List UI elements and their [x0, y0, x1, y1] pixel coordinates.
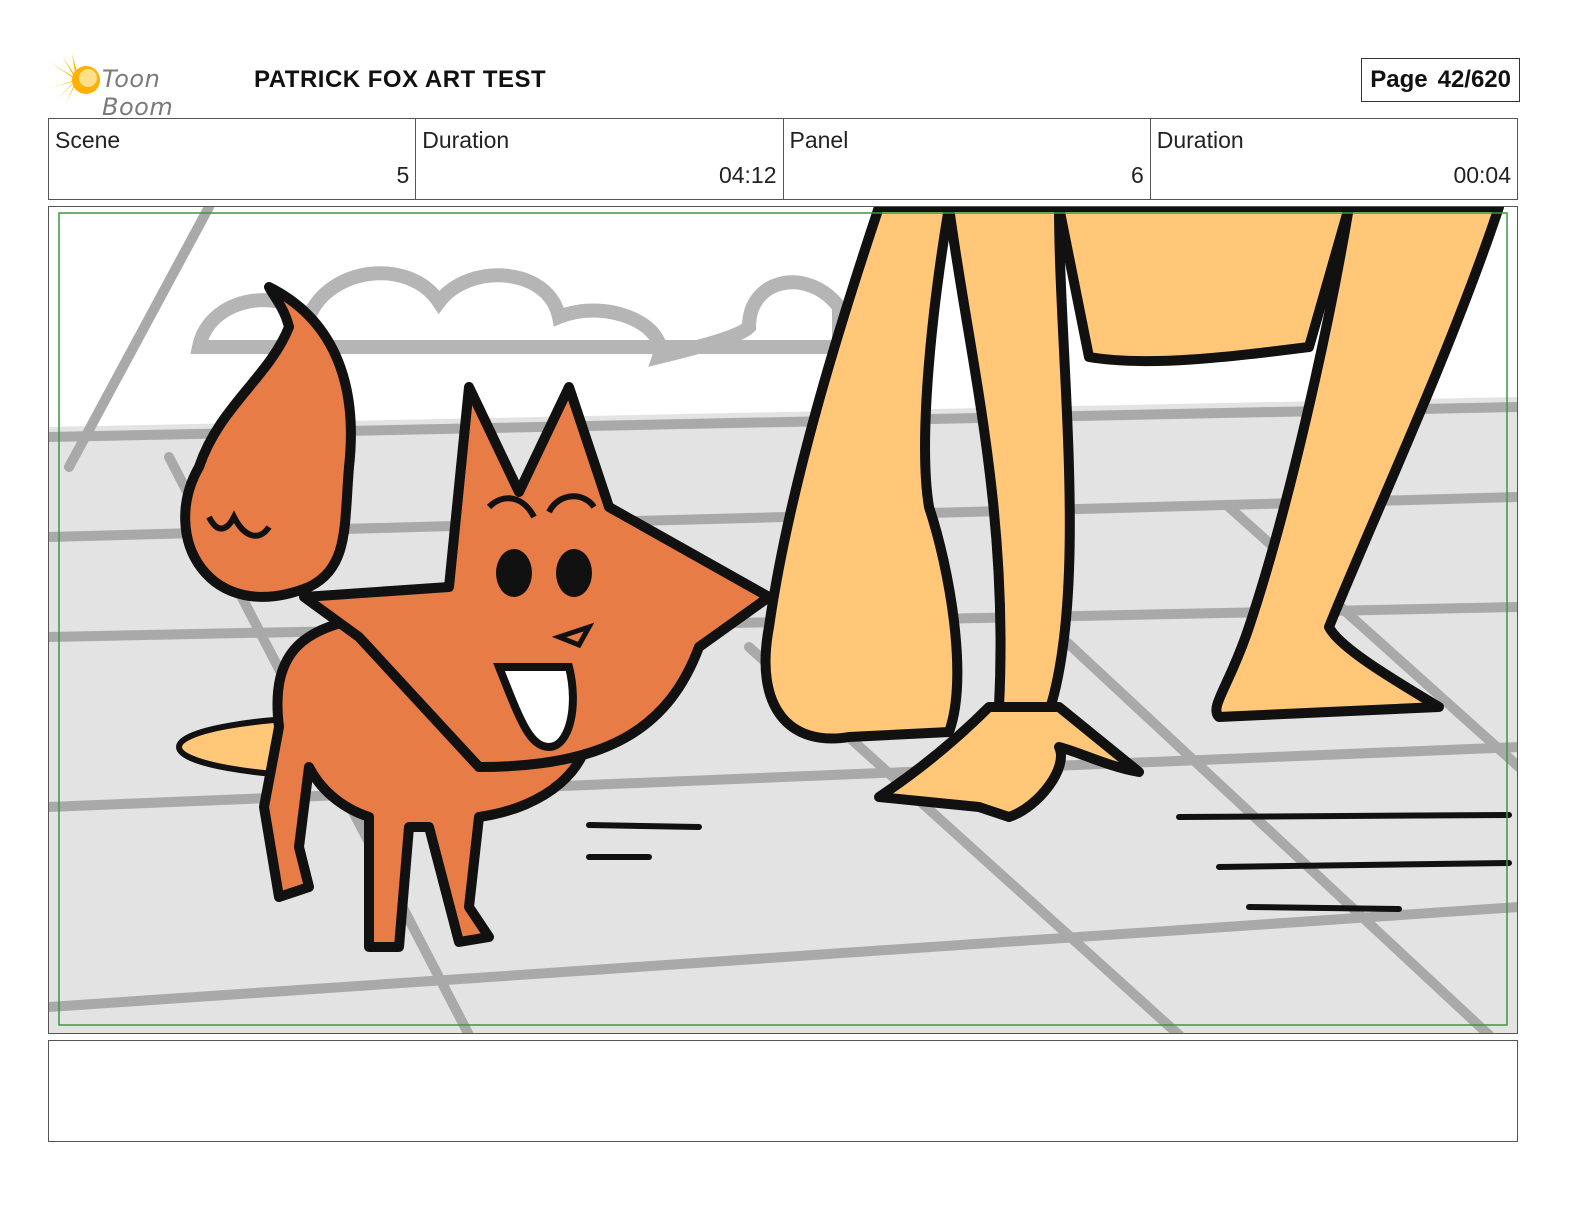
- panel-info-table: Scene 5 Duration 04:12 Panel 6 Duration …: [48, 118, 1518, 200]
- scene-duration-label: Duration: [422, 127, 510, 153]
- logo-text: Toon Boom: [102, 65, 174, 121]
- storyboard-panel-image: [48, 206, 1518, 1034]
- panel-label: Panel: [789, 127, 849, 153]
- scene-value: 5: [396, 162, 410, 188]
- fox-right-eye: [556, 549, 592, 597]
- page-label: Page: [1370, 66, 1428, 93]
- page-indicator: Page 42/620: [1361, 58, 1520, 102]
- scene-duration-cell: Duration 04:12: [415, 119, 782, 199]
- toon-boom-logo: Toon Boom: [48, 54, 238, 121]
- project-title: PATRICK FOX ART TEST: [254, 66, 547, 93]
- header: Toon Boom PATRICK FOX ART TEST Page 42/62…: [48, 52, 1520, 121]
- page-number: 42/620: [1437, 66, 1511, 93]
- scene-label: Scene: [55, 127, 121, 153]
- scene-cell: Scene 5: [49, 119, 415, 199]
- panel-duration-cell: Duration 00:04: [1149, 119, 1517, 199]
- fox-and-person-illustration: [49, 207, 1517, 1033]
- panel-cell: Panel 6: [782, 119, 1150, 199]
- panel-value: 6: [1130, 162, 1144, 188]
- panel-duration-label: Duration: [1156, 127, 1244, 153]
- sun-burst-icon: [48, 54, 100, 104]
- fox-left-eye: [496, 549, 532, 597]
- panel-notes-box: [48, 1040, 1518, 1142]
- scene-duration-value: 04:12: [718, 162, 777, 188]
- panel-duration-value: 00:04: [1453, 162, 1511, 188]
